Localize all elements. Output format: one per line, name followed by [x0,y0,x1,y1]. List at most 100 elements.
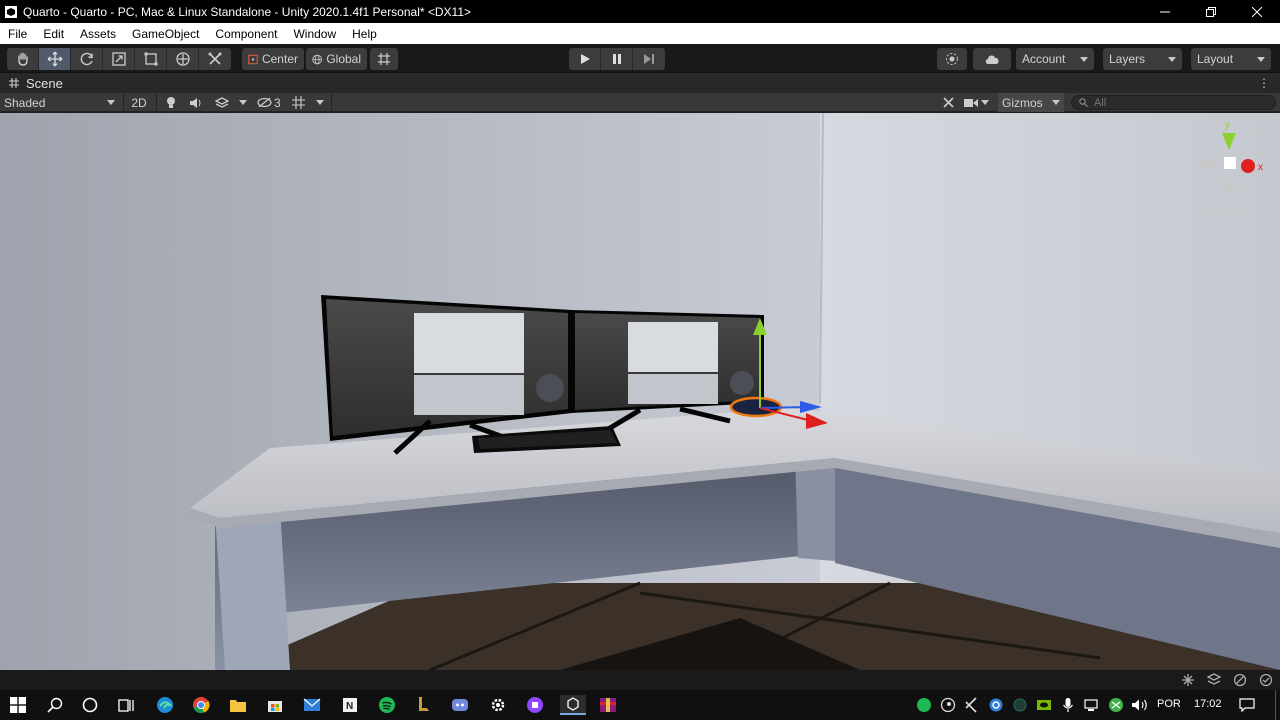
volume-icon[interactable] [1130,695,1150,715]
scene-viewport[interactable]: y x <Persp [0,113,1280,670]
layers-label: Layers [1109,52,1146,66]
pivot-label: Center [261,52,298,66]
settings-gear-icon[interactable] [488,695,508,715]
hand-tool-icon[interactable] [7,48,39,70]
layout-dropdown[interactable]: Layout [1191,48,1271,70]
menu-file[interactable]: File [0,27,35,41]
menu-gameobject[interactable]: GameObject [124,27,207,41]
audio-toggle[interactable] [187,93,205,112]
progress-check-icon[interactable] [1259,673,1273,687]
network-icon[interactable] [1082,695,1102,715]
nvidia-tray-icon[interactable] [1034,695,1054,715]
pivot-mode-toggle[interactable]: Center [242,48,304,70]
transform-tool-icon[interactable] [167,48,199,70]
microphone-icon[interactable] [1058,695,1078,715]
gizmo-y-label: y [1225,120,1230,131]
draw-mode-dropdown[interactable]: Shaded [4,93,119,112]
tools-icon [942,97,954,108]
mail-icon[interactable] [302,695,322,715]
chevron-down-icon [1257,56,1265,62]
camera-dropdown[interactable] [964,93,996,112]
menu-assets[interactable]: Assets [72,27,124,41]
steam-tray-icon[interactable] [938,695,958,715]
scene-tools-toggle[interactable] [939,93,957,112]
chrome-icon[interactable] [191,695,211,715]
scene-search-input[interactable]: All [1071,95,1276,110]
menu-edit[interactable]: Edit [35,27,72,41]
2d-label: 2D [131,95,147,110]
notepad-app-icon[interactable]: N [340,695,360,715]
account-dropdown[interactable]: Account [1016,48,1094,70]
hidden-objects-toggle[interactable]: 3 [257,93,285,112]
winrar-icon[interactable] [598,695,618,715]
menu-component[interactable]: Component [207,27,285,41]
account-label: Account [1022,52,1066,66]
collab-icon [946,53,958,65]
vscode-tray-icon[interactable] [962,695,982,715]
language-indicator[interactable]: POR [1157,698,1181,710]
file-explorer-icon[interactable] [228,695,248,715]
effects-dropdown[interactable] [237,93,249,112]
custom-tool-icon[interactable] [199,48,231,70]
collab-button[interactable] [937,48,967,70]
spotify-tray-icon[interactable] [914,695,934,715]
restore-icon[interactable] [1188,0,1234,23]
debug-mode-icon[interactable] [1233,673,1247,687]
layers-effects-icon [215,96,229,108]
league-client-icon[interactable] [414,695,434,715]
scale-tool-icon[interactable] [103,48,135,70]
tab-scene[interactable]: Scene [0,76,63,91]
projection-toggle[interactable]: <Persp [1204,207,1242,221]
auto-generate-lighting-icon[interactable] [1181,673,1195,687]
app-tray-icon[interactable] [986,695,1006,715]
step-icon[interactable] [633,48,665,70]
grid-icon [291,96,305,109]
twitch-app-icon[interactable] [525,695,545,715]
kebab-menu-icon[interactable]: ⋮ [1258,76,1270,90]
store-icon[interactable] [265,695,285,715]
discord-icon[interactable] [450,695,470,715]
chevron-down-icon [316,100,324,105]
search-icon[interactable] [45,695,65,715]
lighting-toggle[interactable] [162,93,180,112]
task-view-icon[interactable] [116,695,136,715]
show-desktop-button[interactable] [1275,690,1276,720]
scene-render[interactable] [0,113,1280,670]
pivot-center-icon [248,54,258,64]
rotate-tool-icon[interactable] [71,48,103,70]
unity-taskbar-icon[interactable] [560,695,586,715]
cache-server-icon[interactable] [1207,673,1221,687]
grid-snap-toggle[interactable] [370,48,398,70]
main-toolbar: Center Global Account Layers Layout [0,44,1280,73]
pause-icon[interactable] [601,48,633,70]
cloud-button[interactable] [973,48,1011,70]
menu-window[interactable]: Window [285,27,344,41]
rect-tool-icon[interactable] [135,48,167,70]
move-tool-icon[interactable] [39,48,71,70]
minimize-icon[interactable] [1142,0,1188,23]
notification-center-icon[interactable] [1237,695,1257,715]
gizmo-x-label: x [1258,162,1263,173]
circle-tray-icon[interactable] [1010,695,1030,715]
menu-help[interactable]: Help [344,27,385,41]
edge-icon[interactable] [155,695,175,715]
windows-start-icon[interactable] [8,695,28,715]
play-icon[interactable] [569,48,601,70]
2d-toggle[interactable]: 2D [127,93,151,112]
layers-dropdown[interactable]: Layers [1103,48,1182,70]
clock-time[interactable]: 17:02 [1194,698,1222,710]
scene-toolbar: Shaded 2D 3 Gizmos All [0,93,1280,112]
space-mode-toggle[interactable]: Global [306,48,367,70]
effects-toggle[interactable] [213,93,231,112]
gizmos-label: Gizmos [1002,95,1043,110]
close-icon[interactable] [1234,0,1280,23]
cortana-icon[interactable] [80,695,100,715]
xbox-tray-icon[interactable] [1106,695,1126,715]
gizmos-dropdown[interactable]: Gizmos [998,93,1064,112]
svg-text:N: N [346,701,353,712]
grid-dropdown[interactable] [314,93,326,112]
lightbulb-icon [167,97,175,108]
spotify-icon[interactable] [377,695,397,715]
grid-toggle[interactable] [290,93,306,112]
scene-grid-icon [9,78,19,88]
